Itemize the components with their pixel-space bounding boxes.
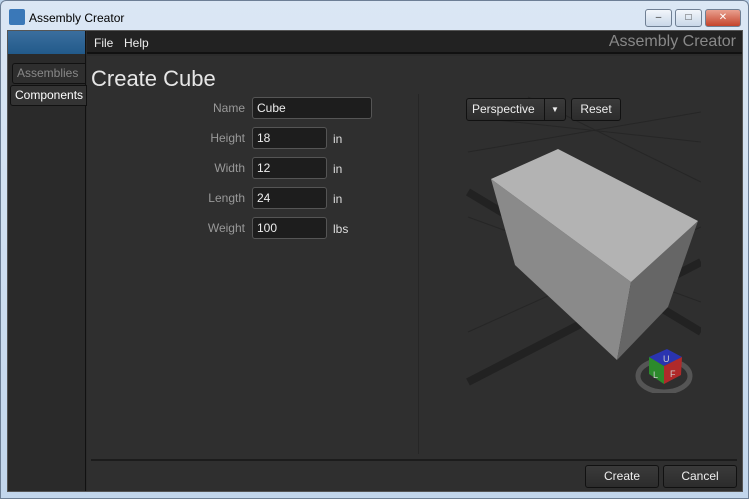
name-label: Name — [212, 101, 245, 115]
gizmo-up-label: U — [663, 354, 670, 364]
tab-components[interactable]: Components — [10, 85, 87, 106]
view-mode-value: Perspective — [472, 102, 535, 116]
tab-assemblies[interactable]: Assemblies — [12, 63, 86, 84]
create-button[interactable]: Create — [585, 465, 659, 488]
length-unit: in — [333, 192, 343, 206]
app-window: Assembly Creator – □ ✕ Assemblies Compon… — [0, 0, 749, 499]
view-cube-gizmo[interactable]: U L F — [649, 349, 682, 384]
gizmo-left-label: L — [653, 370, 658, 380]
maximize-button[interactable]: □ — [675, 9, 702, 27]
chevron-down-icon: ▼ — [544, 99, 565, 120]
app-icon — [9, 9, 25, 25]
width-input[interactable]: 12 — [252, 157, 327, 179]
divider — [418, 94, 419, 454]
gizmo-front-label: F — [670, 369, 676, 379]
sidebar-header — [8, 31, 85, 54]
reset-button[interactable]: Reset — [571, 98, 621, 121]
length-label: Length — [208, 191, 245, 205]
close-button[interactable]: ✕ — [705, 9, 741, 27]
name-input[interactable]: Cube — [252, 97, 372, 119]
weight-unit: lbs — [333, 222, 349, 236]
height-unit: in — [333, 132, 343, 146]
client-area: Assemblies Components File Help Assembly… — [7, 30, 743, 492]
width-unit: in — [333, 162, 343, 176]
sidebar: Assemblies Components — [8, 31, 87, 491]
weight-label: Weight — [207, 221, 245, 235]
window-title: Assembly Creator — [29, 11, 125, 25]
main-panel: Create Cube Name Cube Height 18 in Width… — [87, 56, 742, 491]
length-input[interactable]: 24 — [252, 187, 327, 209]
width-label: Width — [214, 161, 245, 175]
menu-help[interactable]: Help — [124, 36, 149, 50]
page-title: Create Cube — [91, 66, 216, 91]
weight-input[interactable]: 100 — [252, 217, 327, 239]
cancel-button[interactable]: Cancel — [663, 465, 737, 488]
minimize-button[interactable]: – — [645, 9, 672, 27]
menu-file[interactable]: File — [94, 36, 113, 50]
view-mode-dropdown[interactable]: Perspective ▼ — [466, 98, 566, 121]
menu-bar: File Help Assembly Creator — [87, 31, 742, 54]
brand-label: Assembly Creator — [608, 33, 736, 50]
height-label: Height — [210, 131, 245, 145]
footer-divider — [91, 459, 737, 461]
3d-viewport[interactable]: U L F — [461, 93, 701, 393]
height-input[interactable]: 18 — [252, 127, 327, 149]
